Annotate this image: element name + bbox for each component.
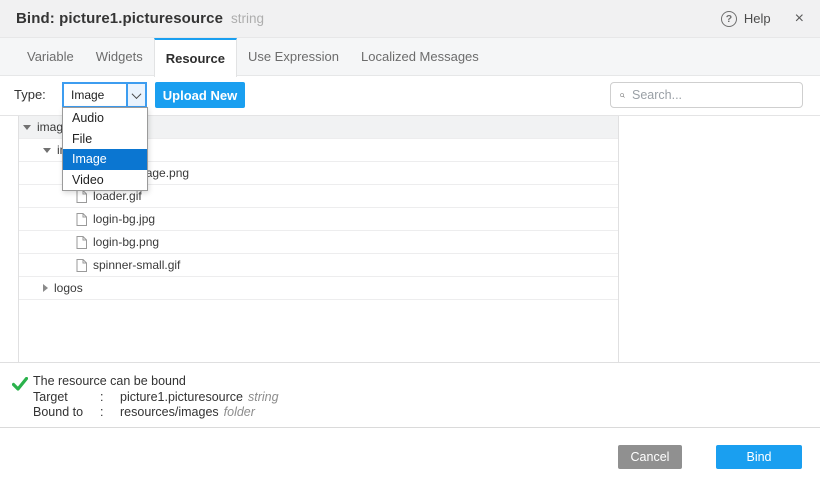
tab-localized-messages[interactable]: Localized Messages [350,38,490,75]
search-input[interactable] [632,88,793,102]
tab-bar: Variable Widgets Resource Use Expression… [0,38,820,76]
type-select[interactable]: Image [62,82,147,108]
status-label: Bound to [33,405,100,421]
status-separator: : [100,390,120,406]
file-label: spinner-small.gif [93,258,180,272]
type-select-value: Image [64,84,126,106]
dropdown-option-file[interactable]: File [63,129,147,150]
close-icon[interactable]: × [795,11,804,27]
status-value: resources/images [120,405,219,419]
bind-status: The resource can be bound Target:picture… [33,374,279,421]
cancel-button[interactable]: Cancel [618,445,682,469]
folder-label: logos [54,281,83,295]
status-value-type: folder [224,405,255,419]
help-icon[interactable]: ? [721,11,737,27]
tab-widgets[interactable]: Widgets [85,38,154,75]
file-icon [76,236,87,249]
status-target-row: Target:picture1.picturesource string [33,390,279,406]
divider [0,362,820,363]
file-icon [76,213,87,226]
search-icon [620,89,625,102]
tab-variable[interactable]: Variable [16,38,85,75]
type-dropdown-list: Audio File Image Video [62,107,148,191]
file-label: login-bg.jpg [93,212,155,226]
tree-row-logos[interactable]: logos [19,277,618,300]
status-bound-row: Bound to:resources/images folder [33,405,279,421]
tab-use-expression[interactable]: Use Expression [237,38,350,75]
dialog-title: Bind: picture1.picturesource [16,10,223,27]
header-actions: ? Help × [721,11,804,27]
dropdown-option-image[interactable]: Image [63,149,147,170]
file-label: login-bg.png [93,235,159,249]
dialog-title-type: string [231,11,264,26]
upload-new-button[interactable]: Upload New [155,82,245,108]
help-button[interactable]: Help [744,11,771,26]
bind-button[interactable]: Bind [716,445,802,469]
select-caret-box[interactable] [126,84,145,106]
search-box[interactable] [610,82,803,108]
type-label: Type: [14,82,46,108]
dropdown-option-audio[interactable]: Audio [63,108,147,129]
chevron-right-icon[interactable] [43,284,48,292]
status-value: picture1.picturesource [120,390,243,404]
status-separator: : [100,405,120,421]
chevron-down-icon [132,89,142,99]
file-label: loader.gif [93,189,142,203]
file-icon [76,190,87,203]
chevron-down-icon[interactable] [23,125,31,130]
success-check-icon [12,377,28,396]
divider [0,427,820,428]
chevron-down-icon[interactable] [43,148,51,153]
status-message: The resource can be bound [33,374,279,390]
tab-resource[interactable]: Resource [154,38,237,77]
tree-row-file[interactable]: login-bg.jpg [19,208,618,231]
file-icon [76,259,87,272]
status-label: Target [33,390,100,406]
dropdown-option-video[interactable]: Video [63,170,147,191]
dialog-header: Bind: picture1.picturesource string ? He… [0,0,820,38]
tree-row-file[interactable]: login-bg.png [19,231,618,254]
bind-dialog: Bind: picture1.picturesource string ? He… [0,0,820,486]
status-value-type: string [248,390,279,404]
tree-row-file[interactable]: spinner-small.gif [19,254,618,277]
